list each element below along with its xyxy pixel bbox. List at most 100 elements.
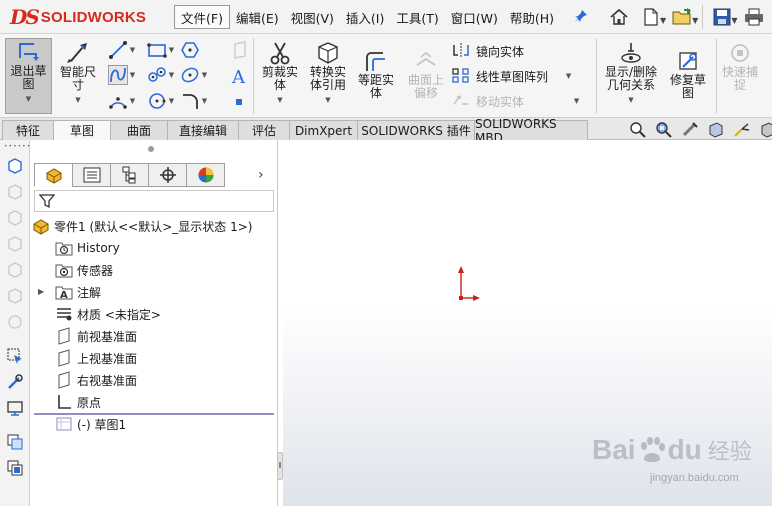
menu-insert[interactable]: 插入(I)	[340, 5, 390, 29]
ellipse-icon[interactable]	[180, 65, 200, 85]
toolbar-grip[interactable]: ••••••	[4, 143, 31, 150]
tab-sketch[interactable]: 草图	[53, 120, 111, 140]
chevron-down-icon[interactable]: ▼	[660, 16, 666, 25]
chevron-right-icon[interactable]: ›	[258, 167, 264, 183]
tree-item-annotations[interactable]: A 注解	[55, 282, 101, 302]
property-manager-tab-icon[interactable]	[72, 163, 111, 187]
plane-sketch-icon[interactable]	[230, 40, 250, 60]
feature-manager-tab-icon[interactable]	[34, 163, 73, 187]
tree-item-sensors[interactable]: 传感器	[55, 260, 113, 280]
chevron-down-icon[interactable]: ▼	[325, 94, 330, 107]
extrude-icon[interactable]	[5, 182, 25, 202]
menu-file[interactable]: 文件(F)	[174, 5, 230, 29]
view-orientation-icon[interactable]	[732, 121, 752, 139]
menu-edit[interactable]: 编辑(E)	[230, 5, 285, 29]
section-view-icon[interactable]	[706, 121, 726, 139]
smart-dimension-button[interactable]: 智能尺寸 ▼	[56, 40, 100, 107]
chevron-down-icon[interactable]: ▼	[200, 97, 209, 105]
display-relations-button[interactable]: 显示/删除几何关系 ▼	[600, 40, 662, 107]
panel-grip[interactable]	[148, 146, 154, 152]
tree-item-right-plane[interactable]: 右视基准面	[55, 370, 137, 390]
repair-tool-icon[interactable]	[5, 372, 25, 392]
feature-tree-filter[interactable]	[34, 190, 274, 212]
display-style-icon[interactable]	[758, 121, 772, 139]
rapid-snaps-button[interactable]: 快速捕捉	[718, 40, 762, 92]
chevron-down-icon[interactable]: ▼	[167, 71, 176, 79]
chevron-down-icon[interactable]: ▼	[200, 71, 209, 79]
zoom-to-fit-icon[interactable]	[628, 121, 648, 139]
offset-entities-button[interactable]: 等距实体	[354, 48, 398, 100]
chevron-down-icon[interactable]: ▼	[692, 16, 698, 25]
circle-icon[interactable]	[147, 91, 167, 111]
offset-on-surface-button[interactable]: 曲面上偏移	[402, 48, 450, 100]
line-icon[interactable]	[108, 40, 128, 60]
chevron-down-icon[interactable]: ▼	[167, 46, 176, 54]
instant-2d-icon[interactable]	[5, 398, 25, 418]
chevron-down-icon[interactable]: ▼	[167, 97, 176, 105]
pin-icon[interactable]	[574, 9, 588, 27]
move-entities-button[interactable]: 移动实体 ▼	[452, 90, 581, 112]
rib-icon[interactable]	[5, 312, 25, 332]
tree-item-origin[interactable]: 原点	[55, 392, 101, 412]
slot-icon[interactable]	[147, 65, 167, 85]
convert-entities-button[interactable]: 转换实体引用 ▼	[306, 40, 350, 107]
zoom-to-area-icon[interactable]	[654, 121, 674, 139]
chevron-down-icon[interactable]: ▼	[75, 94, 80, 107]
rectangle-icon[interactable]	[147, 40, 167, 60]
mirror-entities-button[interactable]: 镜向实体	[452, 40, 524, 62]
chevron-down-icon[interactable]: ▼	[128, 71, 137, 79]
loft-icon[interactable]	[5, 260, 25, 280]
fillet-icon[interactable]	[180, 91, 200, 111]
exit-sketch-button[interactable]: 退出草图 ▼	[5, 38, 52, 114]
arc-icon[interactable]	[108, 91, 128, 111]
tree-item-sketch1[interactable]: (-) 草图1	[55, 414, 126, 434]
sketch-cube-icon[interactable]	[5, 156, 25, 176]
chevron-down-icon[interactable]: ▼	[628, 94, 633, 107]
tab-evaluate[interactable]: 评估	[238, 120, 290, 140]
spline-icon[interactable]	[108, 65, 128, 85]
tree-item-material[interactable]: 材质 <未指定>	[55, 304, 161, 324]
chevron-down-icon[interactable]: ▼	[572, 97, 581, 105]
text-icon[interactable]: A	[229, 66, 249, 86]
menu-tools[interactable]: 工具(T)	[390, 5, 444, 29]
revolve-icon[interactable]	[5, 208, 25, 228]
solidworks-logo[interactable]: DS SOLIDWORKS	[10, 5, 146, 29]
tab-direct-editing[interactable]: 直接编辑	[167, 120, 239, 140]
select-icon[interactable]	[5, 346, 25, 366]
tree-root-part[interactable]: 零件1 (默认<<默认>_显示状态 1>)	[32, 216, 252, 236]
chevron-down-icon[interactable]: ▼	[128, 97, 137, 105]
tree-item-front-plane[interactable]: 前视基准面	[55, 326, 137, 346]
tree-item-history[interactable]: History	[55, 238, 120, 258]
previous-view-icon[interactable]	[680, 121, 700, 139]
copy-entities-icon[interactable]	[5, 432, 25, 452]
display-manager-tab-icon[interactable]	[186, 163, 225, 187]
sweep-icon[interactable]	[5, 234, 25, 254]
block-icon[interactable]	[5, 458, 25, 478]
boundary-icon[interactable]	[5, 286, 25, 306]
menu-window[interactable]: 窗口(W)	[445, 5, 504, 29]
tab-solidworks-mbd[interactable]: SOLIDWORKS MBD	[474, 117, 588, 145]
chevron-down-icon[interactable]: ▼	[731, 16, 737, 25]
linear-pattern-button[interactable]: 线性草图阵列 ▼	[452, 65, 573, 87]
tab-dimxpert[interactable]: DimXpert	[289, 120, 358, 140]
menu-help[interactable]: 帮助(H)	[504, 5, 560, 29]
tab-surfaces[interactable]: 曲面	[110, 120, 168, 140]
point-icon[interactable]	[229, 92, 249, 112]
tab-solidworks-addins[interactable]: SOLIDWORKS 插件	[357, 120, 475, 140]
print-icon[interactable]	[739, 4, 769, 30]
chevron-down-icon[interactable]: ▼	[564, 72, 573, 80]
configuration-manager-tab-icon[interactable]	[110, 163, 149, 187]
polygon-icon[interactable]	[180, 40, 200, 60]
filter-icon[interactable]	[38, 193, 56, 212]
menu-view[interactable]: 视图(V)	[285, 5, 340, 29]
chevron-down-icon[interactable]: ▼	[277, 94, 282, 107]
repair-sketch-button[interactable]: 修复草图	[666, 48, 710, 100]
dimxpert-manager-tab-icon[interactable]	[148, 163, 187, 187]
chevron-down-icon[interactable]: ▼	[26, 93, 31, 106]
tab-features[interactable]: 特征	[2, 120, 54, 140]
chevron-right-icon[interactable]: ▶	[38, 287, 44, 296]
trim-entities-button[interactable]: 剪裁实体 ▼	[258, 40, 302, 107]
chevron-down-icon[interactable]: ▼	[128, 46, 137, 54]
home-icon[interactable]	[604, 4, 634, 30]
tree-item-top-plane[interactable]: 上视基准面	[55, 348, 137, 368]
